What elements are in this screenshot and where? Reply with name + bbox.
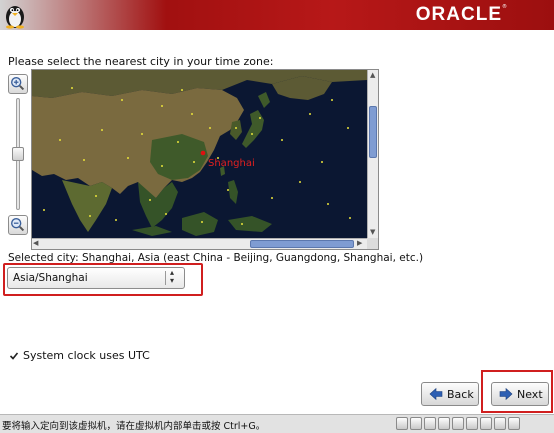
map-vertical-scrollbar[interactable]: ▲ ▼ xyxy=(367,70,378,238)
usb-icon[interactable] xyxy=(438,417,450,430)
status-tray xyxy=(396,417,520,432)
zoom-out-icon xyxy=(11,218,25,232)
next-button[interactable]: Next xyxy=(491,382,549,406)
next-arrow-icon xyxy=(499,387,513,401)
chevron-down-icon[interactable]: ▼ xyxy=(370,228,375,237)
utc-checkbox-label[interactable]: System clock uses UTC xyxy=(23,349,150,362)
timezone-select[interactable]: Asia/Shanghai ▴ ▾ xyxy=(7,267,185,289)
back-arrow-icon xyxy=(429,387,443,401)
cdrom-icon[interactable] xyxy=(410,417,422,430)
back-button-label: Back xyxy=(447,388,474,401)
trademark-mark: ® xyxy=(502,4,507,10)
timezone-select-value: Asia/Shanghai xyxy=(13,272,88,284)
printer-icon[interactable] xyxy=(466,417,478,430)
timezone-prompt: Please select the nearest city in your t… xyxy=(8,55,274,68)
back-button[interactable]: Back xyxy=(421,382,479,406)
hdd-icon[interactable] xyxy=(396,417,408,430)
selected-city-map-label: Shanghai xyxy=(208,158,255,169)
utc-checkbox[interactable] xyxy=(9,351,19,361)
zoom-in-icon xyxy=(11,77,25,91)
display-icon[interactable] xyxy=(480,417,492,430)
timezone-map[interactable]: Shanghai xyxy=(32,70,367,238)
scrollbar-corner xyxy=(367,238,378,249)
status-message: 要将输入定向到该虚拟机，请在虚拟机内部单击或按 Ctrl+G。 xyxy=(2,421,266,432)
selected-city-marker xyxy=(200,150,206,156)
select-divider xyxy=(165,271,166,285)
message-icon[interactable] xyxy=(494,417,506,430)
timezone-map-frame: Shanghai ▲ ▼ ◀ ▶ xyxy=(31,69,379,250)
fullscreen-icon[interactable] xyxy=(508,417,520,430)
map-horizontal-scrollbar[interactable]: ◀ ▶ xyxy=(32,238,367,249)
vm-status-bar: 要将输入定向到该虚拟机，请在虚拟机内部单击或按 Ctrl+G。 xyxy=(0,414,554,433)
chevron-up-icon[interactable]: ▲ xyxy=(370,71,375,80)
world-map-graphic xyxy=(32,70,367,236)
oracle-logo: ORACLE xyxy=(415,4,502,25)
next-button-label: Next xyxy=(517,388,543,401)
zoom-in-button[interactable] xyxy=(8,74,28,94)
check-icon xyxy=(9,352,19,360)
tux-logo-icon xyxy=(6,6,24,29)
chevron-left-icon[interactable]: ◀ xyxy=(33,239,38,248)
zoom-out-button[interactable] xyxy=(8,215,28,235)
map-vertical-scrollbar-thumb[interactable] xyxy=(369,106,377,158)
network-icon[interactable] xyxy=(424,417,436,430)
zoom-slider-handle[interactable] xyxy=(12,147,24,161)
chevron-right-icon[interactable]: ▶ xyxy=(357,239,362,248)
updown-arrows-icon: ▴ ▾ xyxy=(170,268,175,285)
map-horizontal-scrollbar-thumb[interactable] xyxy=(250,240,354,248)
sound-icon[interactable] xyxy=(452,417,464,430)
header-banner: ORACLE ® xyxy=(0,0,554,30)
